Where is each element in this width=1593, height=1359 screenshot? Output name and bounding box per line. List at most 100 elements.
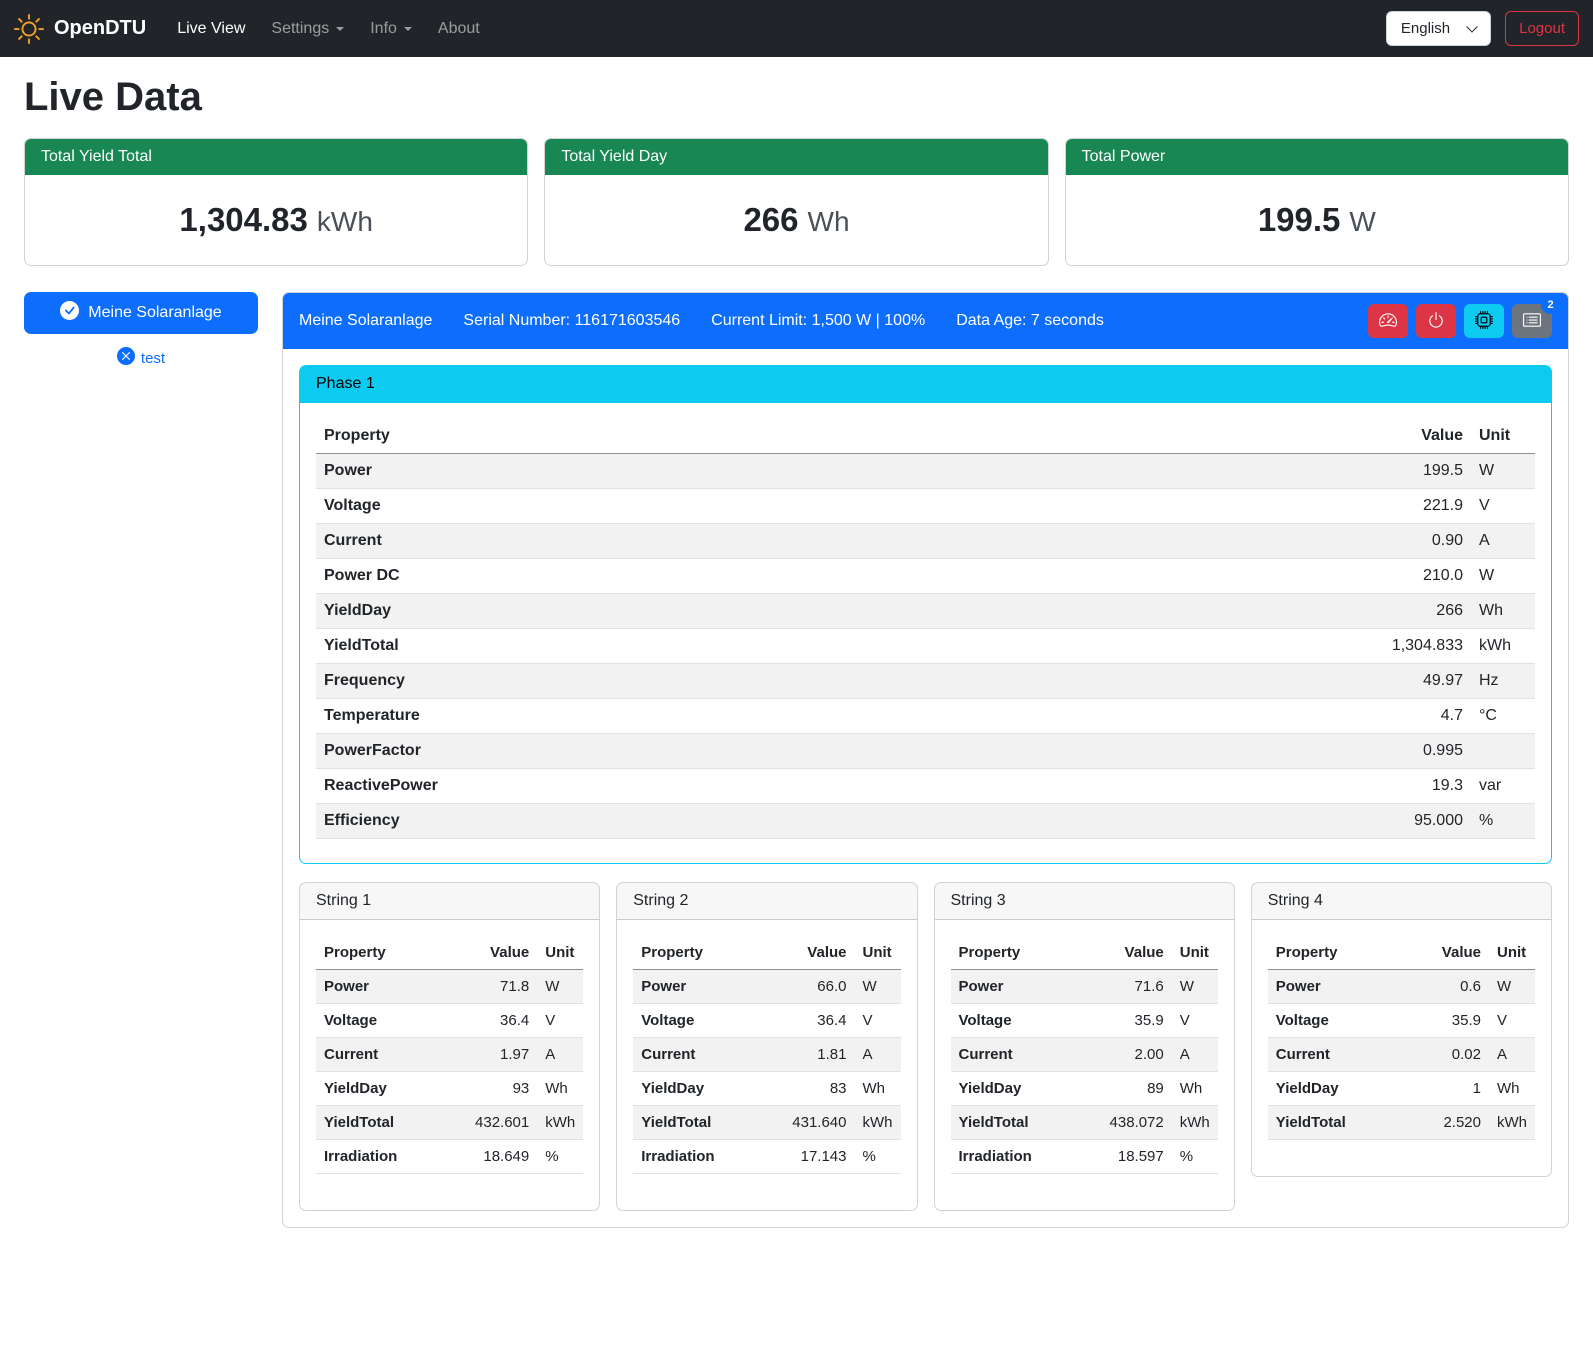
nav-item-info[interactable]: Info [357,12,425,46]
logout-button[interactable]: Logout [1505,11,1579,46]
table-row: YieldDay83Wh [633,1072,900,1106]
table-row: YieldDay1Wh [1268,1072,1535,1106]
unit-cell: V [1471,489,1535,524]
value-cell: 1 [1415,1072,1489,1106]
unit-cell: A [537,1038,583,1072]
property-cell: Current [316,1038,463,1072]
summary-card-total-power: Total Power 199.5 W [1065,138,1569,266]
summary-card-unit: kWh [317,206,373,238]
property-header: Property [633,936,780,970]
table-row: Efficiency95.000% [316,804,1535,839]
string-card-title: String 2 [617,883,916,920]
chevron-down-icon [404,27,412,31]
property-cell: YieldTotal [951,1106,1098,1140]
phase-table: Property Value Unit Power199.5WVoltage22… [316,419,1535,839]
property-cell: Power [316,970,463,1004]
device-info-button[interactable] [1464,304,1504,338]
navbar-right: English Logout [1386,11,1579,46]
property-cell: Power [316,454,1321,489]
unit-cell: A [1172,1038,1218,1072]
unit-cell: W [1471,454,1535,489]
nav-item-live-view[interactable]: Live View [164,12,258,46]
property-cell: PowerFactor [316,734,1321,769]
string-table: Property Value Unit Power66.0WVoltage36.… [633,936,900,1174]
inverter-select-button[interactable]: Meine Solaranlage [24,292,258,334]
table-row: Voltage36.4V [633,1004,900,1038]
table-row: Power66.0W [633,970,900,1004]
property-cell: Current [1268,1038,1415,1072]
unit-cell: Hz [1471,664,1535,699]
property-cell: Irradiation [951,1140,1098,1174]
unit-cell: V [1172,1004,1218,1038]
event-count-badge: 2 [1541,296,1560,314]
value-cell: 431.640 [781,1106,855,1140]
speedometer-icon [1379,311,1397,332]
inverter-panel-header: Meine Solaranlage Serial Number: 1161716… [283,293,1568,349]
table-header-row: Property Value Unit [633,936,900,970]
value-cell: 83 [781,1072,855,1106]
power-icon [1427,311,1445,332]
table-row: Current0.90A [316,524,1535,559]
event-log-icon [1523,311,1541,332]
nav-item-settings[interactable]: Settings [258,12,357,46]
table-header-row: Property Value Unit [316,936,583,970]
string-card-title: String 4 [1252,883,1551,920]
table-row: Power199.5W [316,454,1535,489]
table-row: YieldTotal2.520kWh [1268,1106,1535,1140]
unit-header: Unit [537,936,583,970]
property-cell: YieldTotal [1268,1106,1415,1140]
unit-cell: W [1172,970,1218,1004]
value-cell: 0.02 [1415,1038,1489,1072]
value-cell: 1,304.833 [1321,629,1471,664]
value-cell: 1.81 [781,1038,855,1072]
value-header: Value [463,936,537,970]
x-circle-icon [117,347,135,369]
inverter-current-limit: Current Limit: 1,500 W | 100% [711,312,925,330]
property-cell: YieldDay [1268,1072,1415,1106]
value-header: Value [1415,936,1489,970]
value-cell: 19.3 [1321,769,1471,804]
value-cell: 18.649 [463,1140,537,1174]
property-cell: Voltage [1268,1004,1415,1038]
table-row: Voltage221.9V [316,489,1535,524]
test-link[interactable]: test [117,347,165,369]
property-cell: Power [951,970,1098,1004]
brand-label: OpenDTU [54,17,146,40]
property-cell: Power DC [316,559,1321,594]
unit-header: Unit [1471,419,1535,454]
summary-card-unit: W [1349,206,1375,238]
nav-item-settings-label: Settings [271,20,329,38]
nav-item-about[interactable]: About [425,12,493,46]
value-cell: 438.072 [1098,1106,1172,1140]
power-toggle-button[interactable] [1416,304,1456,338]
property-cell: YieldTotal [633,1106,780,1140]
table-row: Irradiation17.143% [633,1140,900,1174]
unit-cell: Wh [855,1072,901,1106]
event-log-button[interactable]: 2 [1512,304,1552,338]
property-cell: ReactivePower [316,769,1321,804]
value-cell: 1.97 [463,1038,537,1072]
value-cell: 432.601 [463,1106,537,1140]
property-cell: YieldTotal [316,629,1321,664]
limit-settings-button[interactable] [1368,304,1408,338]
table-row: Irradiation18.597% [951,1140,1218,1174]
inverter-serial-number: Serial Number: 116171603546 [463,312,680,330]
property-cell: Current [951,1038,1098,1072]
brand-link[interactable]: OpenDTU [14,14,146,44]
summary-cards-row: Total Yield Total 1,304.83 kWh Total Yie… [24,138,1569,266]
table-row: Temperature4.7°C [316,699,1535,734]
phase-card-title: Phase 1 [300,366,1551,403]
property-cell: YieldDay [951,1072,1098,1106]
language-select[interactable]: English [1386,11,1491,46]
inverter-name: Meine Solaranlage [299,312,432,330]
string-card: String 4 Property Value Unit Power0.6WVo… [1251,882,1552,1177]
table-row: YieldDay89Wh [951,1072,1218,1106]
string-table: Property Value Unit Power71.8WVoltage36.… [316,936,583,1174]
value-cell: 0.995 [1321,734,1471,769]
value-cell: 2.520 [1415,1106,1489,1140]
table-row: YieldTotal431.640kWh [633,1106,900,1140]
table-row: YieldTotal438.072kWh [951,1106,1218,1140]
value-cell: 36.4 [463,1004,537,1038]
test-link-label: test [141,350,165,367]
table-row: Power DC210.0W [316,559,1535,594]
